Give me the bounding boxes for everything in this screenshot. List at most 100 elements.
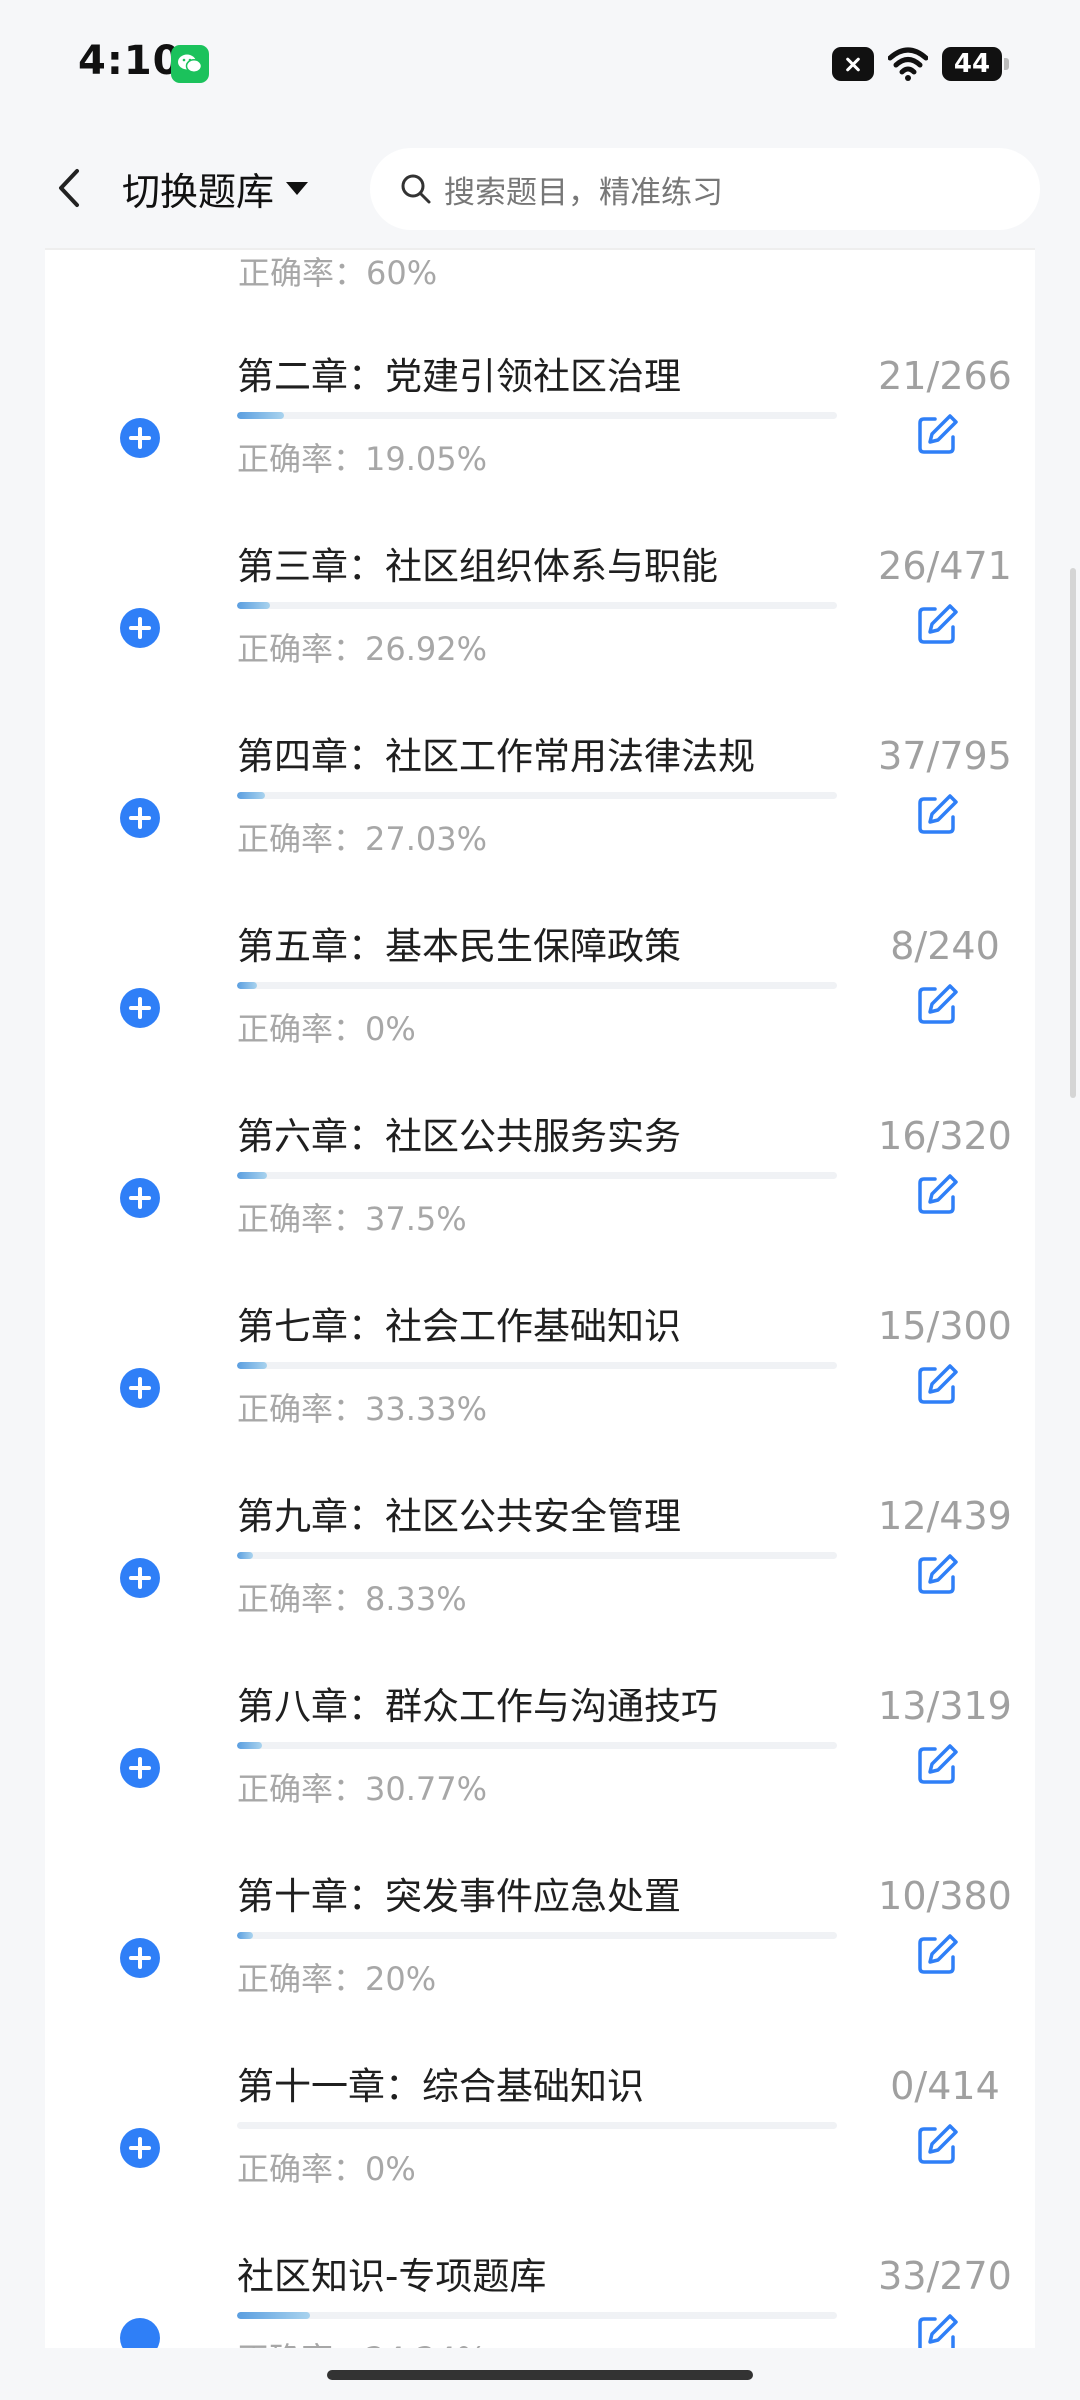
chapter-title: 第二章：党建引领社区治理 — [237, 355, 681, 398]
question-count: 37/795 — [878, 734, 1012, 778]
switch-bank-label: 切换题库 — [122, 169, 275, 214]
search-input[interactable]: 搜索题目，精准练习 — [370, 148, 1040, 230]
chapter-list: 正确率：60% 第二章：党建引领社区治理正确率：19.05% 21/266 第三章：… — [45, 248, 1035, 2348]
progress-bar — [237, 412, 837, 419]
caret-down-icon — [286, 182, 309, 195]
expand-plus-icon[interactable] — [120, 988, 160, 1028]
edit-practice-icon[interactable] — [912, 790, 962, 840]
progress-fill — [237, 1552, 254, 1559]
chapter-title: 第三章：社区组织体系与职能 — [237, 545, 718, 588]
chapter-title: 第十一章：综合基础知识 — [237, 2065, 644, 2108]
question-count: 26/471 — [878, 544, 1012, 588]
chapter-title: 第九章：社区公共安全管理 — [237, 1495, 681, 1538]
chapter-title: 第十章：突发事件应急处置 — [237, 1875, 681, 1918]
accuracy-rate: 正确率：33.33% — [237, 1390, 488, 1428]
question-count: 21/266 — [878, 354, 1012, 398]
accuracy-rate: 正确率：0% — [237, 1010, 416, 1048]
question-count: 10/380 — [878, 1874, 1012, 1918]
chapter-title: 第五章：基本民生保障政策 — [237, 925, 681, 968]
scrollbar[interactable] — [1070, 568, 1076, 1098]
chapter-title: 第八章：群众工作与沟通技巧 — [237, 1685, 718, 1728]
battery-icon: 44 — [942, 47, 1009, 81]
progress-bar — [237, 1742, 837, 1749]
progress-fill — [237, 412, 285, 419]
chapter-title: 第四章：社区工作常用法律法规 — [237, 735, 755, 778]
chapter-row[interactable]: 第九章：社区公共安全管理 正确率：8.33% 12/439 — [45, 1466, 1035, 1656]
edit-practice-icon[interactable] — [912, 600, 962, 650]
chapter-row[interactable]: 社区知识-专项题库正确率：24.24% 33/270 — [45, 2226, 1035, 2348]
progress-bar — [237, 1552, 837, 1559]
switch-question-bank-button[interactable]: 切换题库 — [122, 160, 310, 216]
chapter-row[interactable]: 第十一章：综合基础知识正确率：0% 0/414 — [45, 2036, 1035, 2226]
status-bar: 4:10 44 — [0, 0, 1080, 130]
divider — [45, 248, 1035, 250]
edit-practice-icon[interactable] — [912, 1360, 962, 1410]
progress-bar — [237, 2312, 837, 2319]
expand-plus-icon[interactable] — [120, 1938, 160, 1978]
expand-plus-icon[interactable] — [120, 1178, 160, 1218]
question-count: 13/319 — [878, 1684, 1012, 1728]
progress-fill — [237, 1742, 262, 1749]
progress-bar — [237, 1362, 837, 1369]
accuracy-rate: 正确率：27.03% — [237, 820, 488, 858]
expand-plus-icon[interactable] — [120, 798, 160, 838]
status-time: 4:10 — [78, 38, 182, 84]
wifi-icon — [888, 47, 928, 81]
edit-practice-icon[interactable] — [912, 1930, 962, 1980]
accuracy-rate: 正确率：30.77% — [237, 1770, 488, 1808]
wechat-icon — [171, 45, 209, 83]
question-count: 15/300 — [878, 1304, 1012, 1348]
chapter-row[interactable]: 第八章：群众工作与沟通技巧正确率：30.77% 13/319 — [45, 1656, 1035, 1846]
progress-bar — [237, 602, 837, 609]
search-icon — [401, 174, 431, 204]
edit-practice-icon[interactable] — [912, 1170, 962, 1220]
chapter-row[interactable]: 第二章：党建引领社区治理正确率：19.05% 21/266 — [45, 326, 1035, 516]
status-dot-icon[interactable] — [120, 2318, 160, 2348]
expand-plus-icon[interactable] — [120, 2128, 160, 2168]
chapter-row[interactable]: 第五章：基本民生保障政策 正确率：0% 8/240 — [45, 896, 1035, 1086]
previous-chapter-accuracy: 正确率：60% — [238, 254, 438, 292]
expand-plus-icon[interactable] — [120, 1748, 160, 1788]
chapter-row[interactable]: 第六章：社区公共服务实务正确率：37.5% 16/320 — [45, 1086, 1035, 1276]
expand-plus-icon[interactable] — [120, 608, 160, 648]
accuracy-rate: 正确率：37.5% — [237, 1200, 467, 1238]
expand-plus-icon[interactable] — [120, 418, 160, 458]
edit-practice-icon[interactable] — [912, 410, 962, 460]
edit-practice-icon[interactable] — [912, 2120, 962, 2170]
accuracy-rate: 正确率：0% — [237, 2150, 416, 2188]
progress-bar — [237, 982, 837, 989]
chapter-row[interactable]: 第三章：社区组织体系与职能正确率：26.92% 26/471 — [45, 516, 1035, 706]
accuracy-rate: 正确率：19.05% — [237, 440, 488, 478]
edit-practice-icon[interactable] — [912, 1550, 962, 1600]
accuracy-rate: 正确率：8.33% — [237, 1580, 467, 1618]
expand-plus-icon[interactable] — [120, 1368, 160, 1408]
progress-bar — [237, 1932, 837, 1939]
chapter-title: 第七章：社会工作基础知识 — [237, 1305, 681, 1348]
progress-fill — [237, 2312, 311, 2319]
progress-bar — [237, 1172, 837, 1179]
progress-bar — [237, 792, 837, 799]
chapter-title: 社区知识-专项题库 — [237, 2255, 547, 2298]
accuracy-rate: 正确率：26.92% — [237, 630, 488, 668]
edit-practice-icon[interactable] — [912, 980, 962, 1030]
chapter-title: 第六章：社区公共服务实务 — [237, 1115, 681, 1158]
status-icons: 44 — [832, 44, 1009, 84]
back-button[interactable] — [40, 158, 100, 218]
top-bar: 切换题库 搜索题目，精准练习 — [0, 130, 1080, 248]
edit-practice-icon[interactable] — [912, 1740, 962, 1790]
chapter-row[interactable]: 第七章：社会工作基础知识正确率：33.33% 15/300 — [45, 1276, 1035, 1466]
progress-fill — [237, 792, 266, 799]
expand-plus-icon[interactable] — [120, 1558, 160, 1598]
question-count: 0/414 — [890, 2064, 1000, 2108]
home-indicator[interactable] — [327, 2370, 753, 2380]
progress-fill — [237, 602, 270, 609]
question-count: 16/320 — [878, 1114, 1012, 1158]
chapter-row[interactable]: 第四章：社区工作常用法律法规正确率：27.03% 37/795 — [45, 706, 1035, 896]
progress-fill — [237, 1362, 267, 1369]
progress-fill — [237, 1172, 267, 1179]
accuracy-rate: 正确率：20% — [237, 1960, 437, 1998]
progress-bar — [237, 2122, 837, 2129]
chapter-row[interactable]: 第十章：突发事件应急处置正确率：20% 10/380 — [45, 1846, 1035, 2036]
edit-practice-icon[interactable] — [912, 2310, 962, 2348]
progress-fill — [237, 982, 257, 989]
